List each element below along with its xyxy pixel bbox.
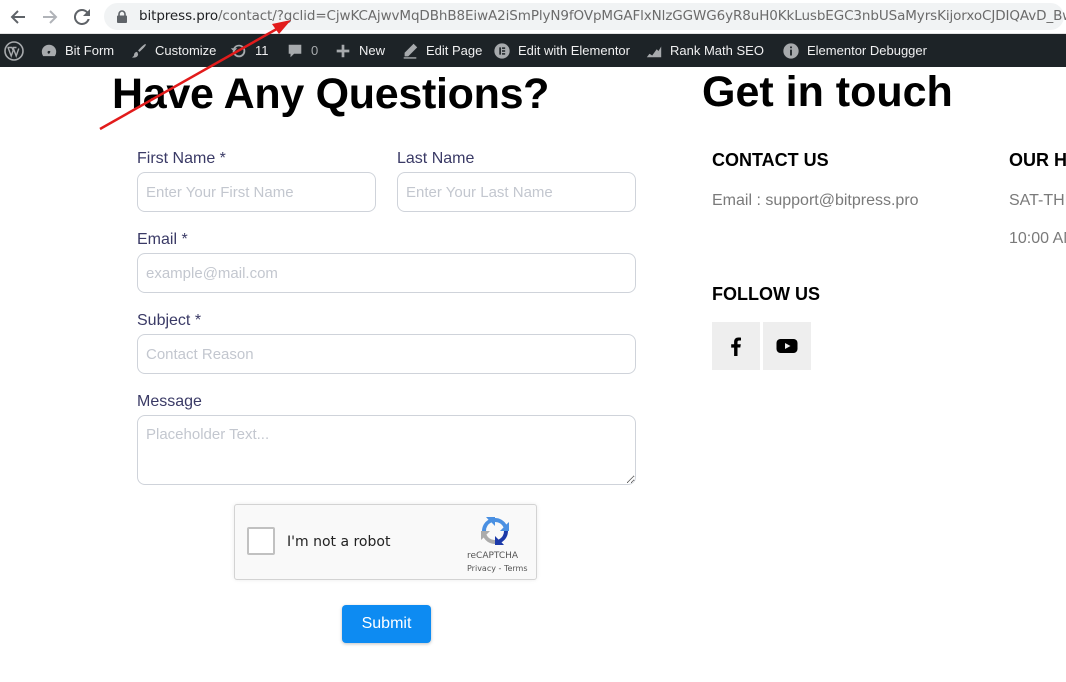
our-hours-title: OUR H [1009, 150, 1066, 170]
comments-count: 0 [311, 43, 319, 58]
forward-arrow-icon [43, 10, 58, 24]
bit-form-label: Bit Form [65, 43, 115, 58]
recaptcha-label: I'm not a robot [287, 534, 391, 550]
recaptcha-links[interactable]: Privacy - Terms [467, 564, 528, 573]
updates-icon [230, 44, 246, 57]
back-arrow-icon [10, 10, 25, 24]
new-label: New [359, 43, 386, 58]
dashboard-icon [41, 44, 57, 56]
elementor-icon [494, 42, 510, 59]
elementor-debugger-menu[interactable]: Elementor Debugger [782, 34, 927, 67]
lock-icon [117, 10, 127, 23]
wordpress-menu[interactable] [4, 34, 24, 67]
info-icon [783, 42, 799, 59]
contact-us-title: CONTACT US [712, 150, 829, 170]
hours-days: SAT-THU [1009, 192, 1066, 209]
message-label: Message [137, 393, 202, 410]
comments-menu[interactable]: 0 [286, 34, 318, 67]
edit-page-label: Edit Page [426, 43, 483, 58]
plus-icon [336, 44, 350, 57]
customize-label: Customize [155, 43, 217, 58]
facebook-link[interactable] [712, 322, 760, 370]
youtube-link[interactable] [763, 322, 811, 370]
updates-count: 11 [255, 43, 269, 58]
form-heading: Have Any Questions? [112, 70, 550, 118]
submit-button[interactable]: Submit [342, 605, 431, 643]
follow-us-title: FOLLOW US [712, 284, 820, 304]
brush-icon [131, 43, 146, 58]
email-input[interactable] [137, 253, 636, 293]
facebook-icon [731, 337, 741, 356]
rank-math-icon [646, 46, 662, 57]
hours-time: 10:00 AM [1009, 230, 1066, 247]
first-name-input[interactable] [137, 172, 376, 212]
youtube-icon [776, 339, 798, 353]
updates-menu[interactable]: 11 [230, 34, 269, 67]
browser-toolbar: bitpress.pro/contact/?gclid=CjwKCAjwvMqD… [0, 0, 1066, 34]
first-name-label: First Name * [137, 150, 226, 167]
new-menu[interactable]: New [334, 34, 385, 67]
url-path: /contact/?gclid=CjwKCAjwvMqDBhB8EiwA2iSm… [217, 8, 1066, 24]
contact-email[interactable]: Email : support@bitpress.pro [712, 192, 919, 210]
email-label: Email * [137, 231, 188, 248]
wp-admin-bar: Bit Form Customize 11 0 New Edit Page Ed… [0, 34, 1066, 67]
address-bar[interactable]: bitpress.pro/contact/?gclid=CjwKCAjwvMqD… [104, 3, 1066, 30]
recaptcha-brand: reCAPTCHA [467, 551, 519, 561]
rank-math-menu[interactable]: Rank Math SEO [645, 34, 764, 67]
reload-icon [74, 9, 90, 25]
bit-form-menu[interactable]: Bit Form [40, 34, 114, 67]
recaptcha-widget: I'm not a robot reCAPTCHA Privacy - Term… [234, 504, 537, 580]
back-button[interactable] [6, 5, 30, 29]
last-name-input[interactable] [397, 172, 636, 212]
url-host: bitpress.pro [139, 8, 218, 24]
pencil-icon [403, 43, 418, 59]
last-name-label: Last Name [397, 150, 475, 167]
comment-icon [288, 44, 302, 57]
edit-page-menu[interactable]: Edit Page [401, 34, 482, 67]
message-textarea[interactable] [137, 415, 636, 485]
wordpress-logo-icon [4, 40, 24, 61]
get-in-touch-heading: Get in touch [702, 68, 953, 116]
rank-math-label: Rank Math SEO [670, 43, 764, 58]
subject-label: Subject * [137, 312, 202, 329]
subject-input[interactable] [137, 334, 636, 374]
elementor-debugger-label: Elementor Debugger [807, 43, 927, 58]
forward-button[interactable] [38, 5, 62, 29]
customize-menu[interactable]: Customize [130, 34, 216, 67]
recaptcha-logo-icon [481, 517, 509, 545]
url-text: bitpress.pro/contact/?gclid=CjwKCAjwvMqD… [139, 8, 1066, 24]
recaptcha-checkbox[interactable] [247, 527, 275, 555]
edit-elementor-label: Edit with Elementor [518, 43, 630, 58]
edit-elementor-menu[interactable]: Edit with Elementor [493, 34, 630, 67]
reload-button[interactable] [70, 5, 94, 29]
